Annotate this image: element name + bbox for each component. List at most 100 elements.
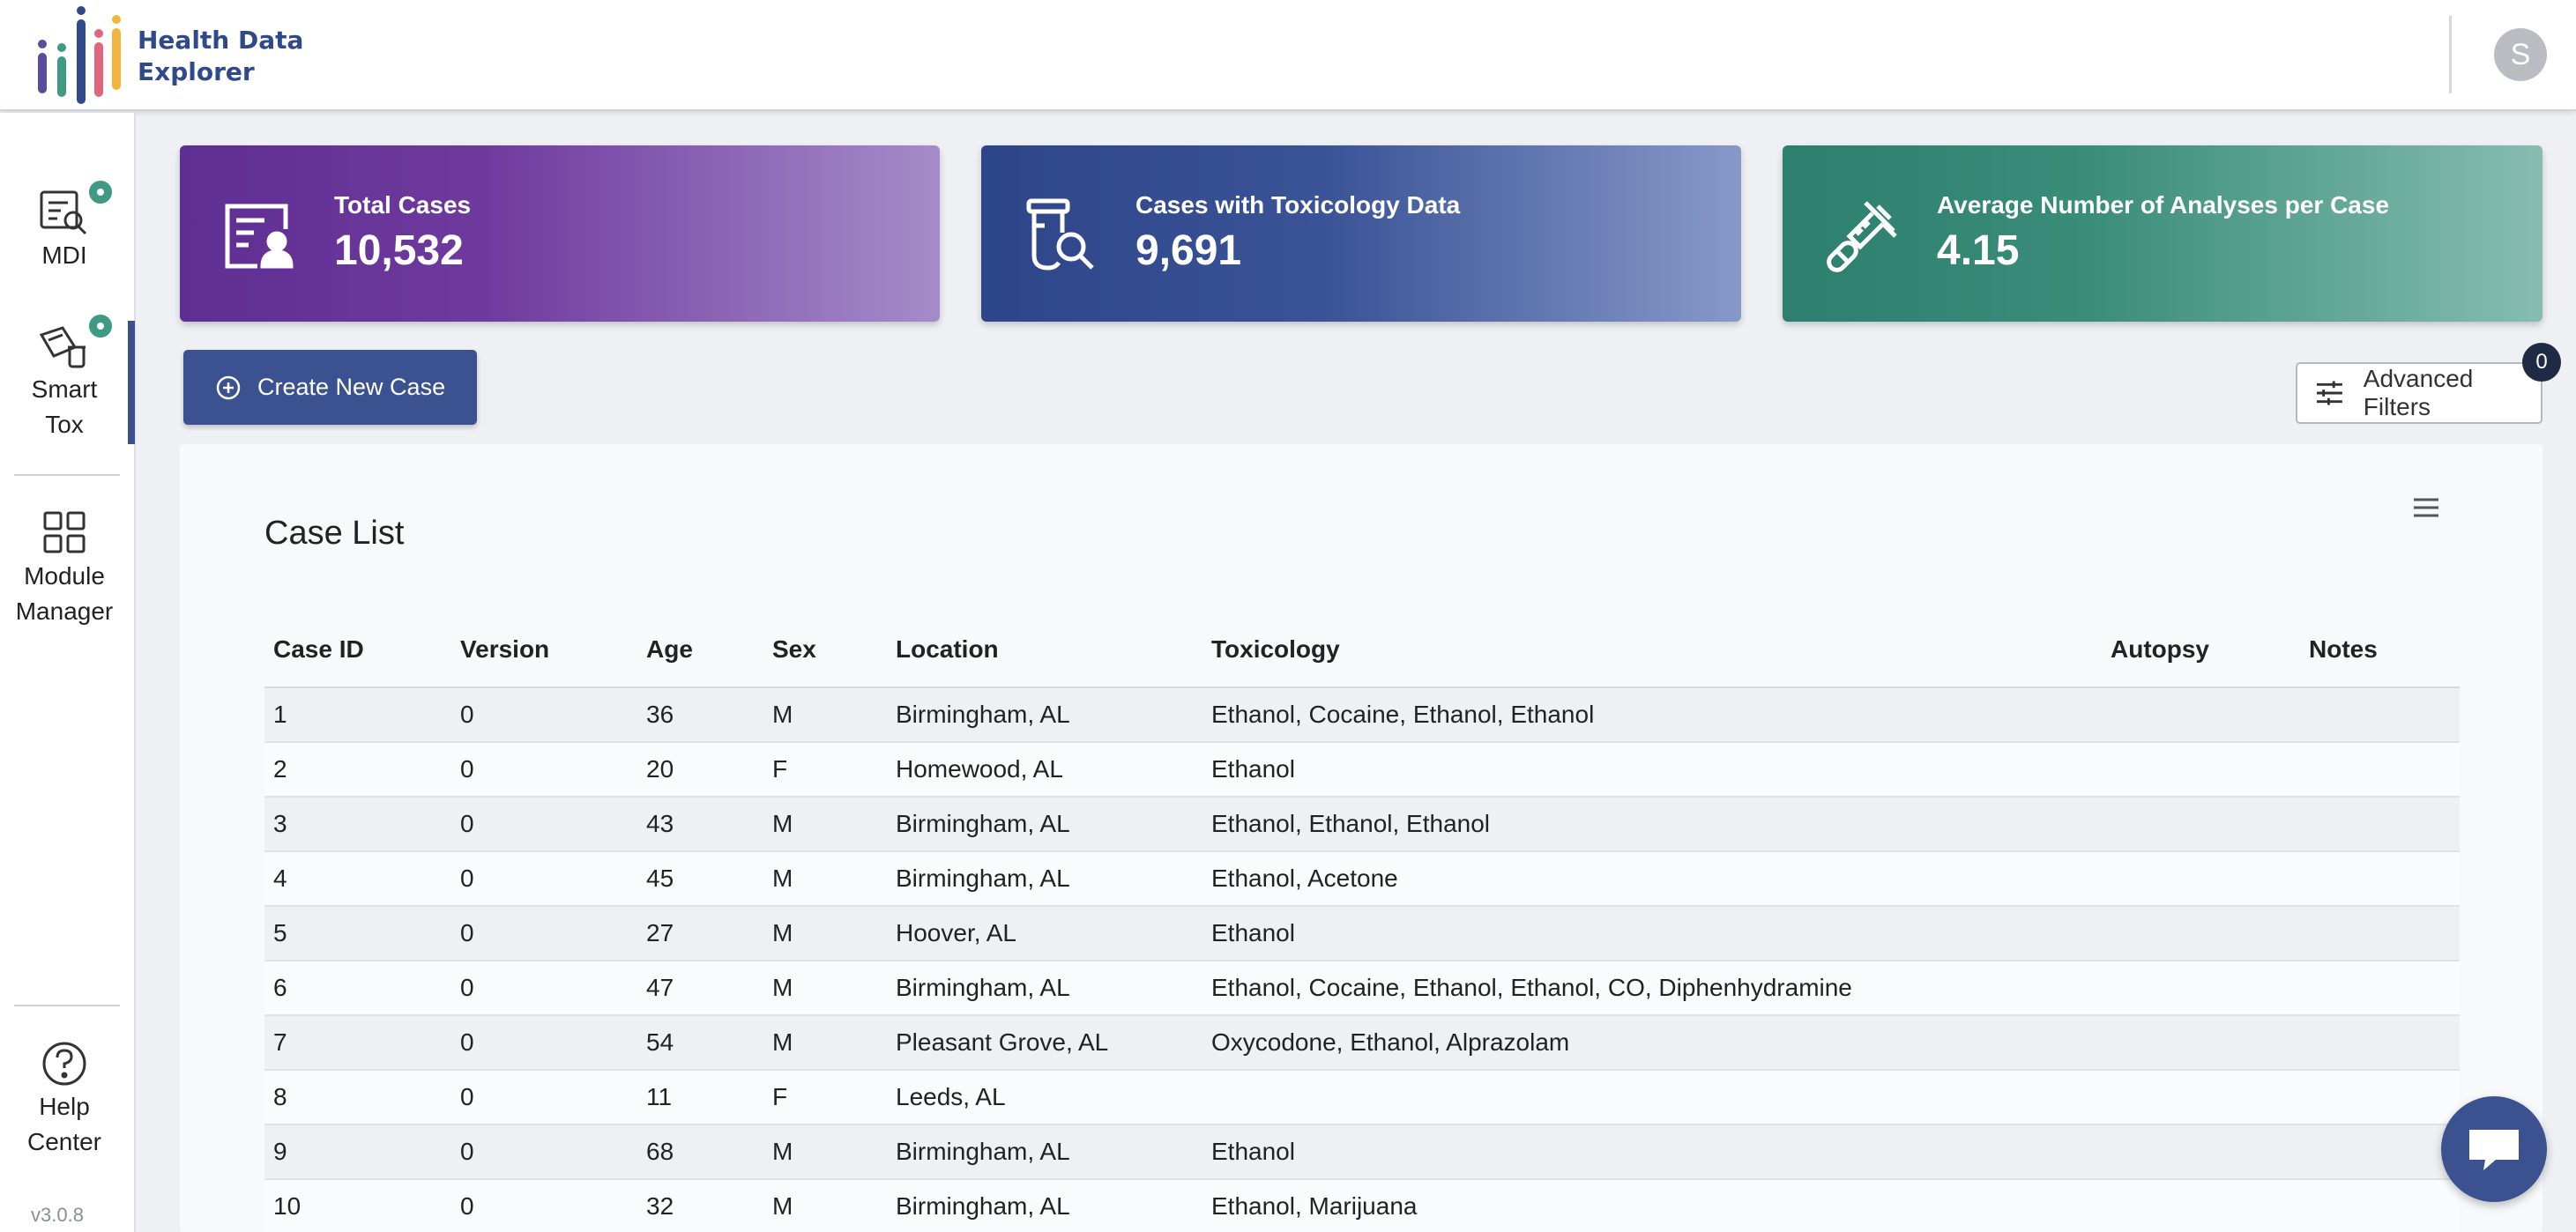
cell-age: 32 bbox=[637, 1179, 763, 1232]
table-row[interactable]: 3 0 43 M Birmingham, AL Ethanol, Ethanol, Eth… bbox=[264, 797, 2460, 852]
create-new-case-button[interactable]: Create New Case bbox=[183, 350, 477, 425]
stat-card-toxicology-cases: Cases with Toxicology Data 9,691 bbox=[981, 145, 1741, 322]
sidebar-item-help-center[interactable]: Help Center bbox=[0, 1038, 129, 1160]
stat-label: Total Cases bbox=[334, 191, 472, 219]
table-row[interactable]: 9 0 68 M Birmingham, AL Ethanol bbox=[264, 1124, 2460, 1180]
cell-version: 0 bbox=[451, 1070, 637, 1125]
smart-tox-icon bbox=[39, 326, 86, 368]
table-row[interactable]: 6 0 47 M Birmingham, AL Ethanol, Cocaine, Eth… bbox=[264, 961, 2460, 1016]
cell-autopsy bbox=[2102, 961, 2300, 1016]
cell-notes bbox=[2300, 687, 2460, 743]
sidebar-item-label: Smart Tox bbox=[31, 375, 98, 438]
sidebar-divider bbox=[14, 1005, 120, 1006]
cell-location: Birmingham, AL bbox=[887, 687, 1202, 743]
table-row[interactable]: 7 0 54 M Pleasant Grove, AL Oxycodone, Ethano… bbox=[264, 1015, 2460, 1071]
cell-age: 27 bbox=[637, 906, 763, 961]
cell-age: 43 bbox=[637, 797, 763, 852]
column-header-version[interactable]: Version bbox=[451, 612, 637, 688]
cell-sex: F bbox=[763, 742, 887, 798]
sidebar-item-label: Help Center bbox=[26, 1093, 102, 1155]
create-button-label: Create New Case bbox=[257, 374, 446, 400]
sidebar-item-label: Module Manager bbox=[15, 562, 114, 625]
cell-location: Hoover, AL bbox=[887, 906, 1202, 961]
cell-case-id: 1 bbox=[264, 687, 451, 743]
sliders-icon bbox=[2316, 381, 2342, 405]
sidebar-item-smart-tox[interactable]: Smart Tox bbox=[0, 321, 129, 442]
cell-notes bbox=[2300, 797, 2460, 852]
cell-toxicology bbox=[1202, 1070, 2102, 1125]
cell-autopsy bbox=[2102, 1070, 2300, 1125]
brand-line-1: Health Data bbox=[138, 26, 304, 55]
help-icon bbox=[42, 1042, 86, 1086]
cell-age: 11 bbox=[637, 1070, 763, 1125]
cell-notes bbox=[2300, 906, 2460, 961]
cell-version: 0 bbox=[451, 1015, 637, 1071]
syringe-pill-icon bbox=[1827, 201, 1897, 272]
column-header-toxicology[interactable]: Toxicology bbox=[1202, 612, 2102, 688]
cell-location: Birmingham, AL bbox=[887, 961, 1202, 1016]
case-list-title: Case List bbox=[264, 515, 405, 552]
table-row[interactable]: 5 0 27 M Hoover, AL Ethanol bbox=[264, 906, 2460, 961]
plus-circle-icon bbox=[216, 375, 241, 399]
cell-notes bbox=[2300, 1070, 2460, 1125]
cell-version: 0 bbox=[451, 906, 637, 961]
cell-toxicology: Ethanol, Marijuana bbox=[1202, 1179, 2102, 1232]
column-header-location[interactable]: Location bbox=[887, 612, 1202, 688]
cell-location: Leeds, AL bbox=[887, 1070, 1202, 1125]
stat-card-average-analyses: Average Number of Analyses per Case 4.15 bbox=[1783, 145, 2542, 322]
sidebar-item-label: MDI bbox=[41, 241, 87, 269]
cell-location: Homewood, AL bbox=[887, 742, 1202, 798]
cell-version: 0 bbox=[451, 797, 637, 852]
cell-case-id: 7 bbox=[264, 1015, 451, 1071]
cell-location: Pleasant Grove, AL bbox=[887, 1015, 1202, 1071]
table-header-row: Case ID Version Age Sex Location Toxicol… bbox=[264, 612, 2460, 688]
stat-value: 4.15 bbox=[1937, 227, 2020, 274]
stat-label: Average Number of Analyses per Case bbox=[1937, 191, 2390, 219]
cell-version: 0 bbox=[451, 687, 637, 743]
header-divider bbox=[2449, 16, 2452, 93]
cell-toxicology: Ethanol, Cocaine, Ethanol, Ethanol, CO, … bbox=[1202, 961, 2102, 1016]
cell-sex: M bbox=[763, 906, 887, 961]
column-header-sex[interactable]: Sex bbox=[763, 612, 887, 688]
table-row[interactable]: 1 0 36 M Birmingham, AL Ethanol, Cocaine, Eth… bbox=[264, 687, 2460, 743]
cell-version: 0 bbox=[451, 742, 637, 798]
cell-notes bbox=[2300, 1179, 2460, 1232]
cell-case-id: 8 bbox=[264, 1070, 451, 1125]
table-row[interactable]: 8 0 11 F Leeds, AL bbox=[264, 1070, 2460, 1125]
column-header-notes[interactable]: Notes bbox=[2300, 612, 2460, 688]
smart-tox-status-badge bbox=[86, 312, 115, 340]
cell-case-id: 9 bbox=[264, 1124, 451, 1180]
sidebar-divider bbox=[14, 474, 120, 476]
column-header-autopsy[interactable]: Autopsy bbox=[2102, 612, 2300, 688]
cell-case-id: 5 bbox=[264, 906, 451, 961]
cell-toxicology: Ethanol bbox=[1202, 1124, 2102, 1180]
column-header-case-id[interactable]: Case ID bbox=[264, 612, 451, 688]
table-row[interactable]: 4 0 45 M Birmingham, AL Ethanol, Acetone bbox=[264, 851, 2460, 907]
user-avatar[interactable]: S bbox=[2494, 28, 2547, 81]
active-nav-indicator bbox=[128, 321, 135, 444]
chat-button[interactable] bbox=[2441, 1096, 2547, 1202]
top-bar: Health Data Explorer S bbox=[0, 0, 2576, 111]
cell-toxicology: Ethanol, Ethanol, Ethanol bbox=[1202, 797, 2102, 852]
cell-case-id: 3 bbox=[264, 797, 451, 852]
advanced-filters-button[interactable]: Advanced Filters bbox=[2296, 362, 2542, 424]
cell-autopsy bbox=[2102, 742, 2300, 798]
stat-card-total-cases: Total Cases 10,532 bbox=[180, 145, 940, 322]
cell-sex: F bbox=[763, 1070, 887, 1125]
sidebar-item-module-manager[interactable]: Module Manager bbox=[0, 508, 129, 629]
table-row[interactable]: 10 0 32 M Birmingham, AL Ethanol, Marijuana bbox=[264, 1179, 2460, 1232]
vial-search-icon bbox=[1026, 198, 1094, 271]
cell-case-id: 2 bbox=[264, 742, 451, 798]
cell-sex: M bbox=[763, 1179, 887, 1232]
cell-autopsy bbox=[2102, 1124, 2300, 1180]
cell-age: 54 bbox=[637, 1015, 763, 1071]
cell-notes bbox=[2300, 742, 2460, 798]
cell-age: 36 bbox=[637, 687, 763, 743]
cell-age: 45 bbox=[637, 851, 763, 907]
menu-icon[interactable] bbox=[2410, 492, 2442, 523]
cell-sex: M bbox=[763, 851, 887, 907]
brand-name: Health Data Explorer bbox=[138, 25, 303, 88]
column-header-age[interactable]: Age bbox=[637, 612, 763, 688]
brand-line-2: Explorer bbox=[138, 57, 255, 86]
table-row[interactable]: 2 0 20 F Homewood, AL Ethanol bbox=[264, 742, 2460, 798]
